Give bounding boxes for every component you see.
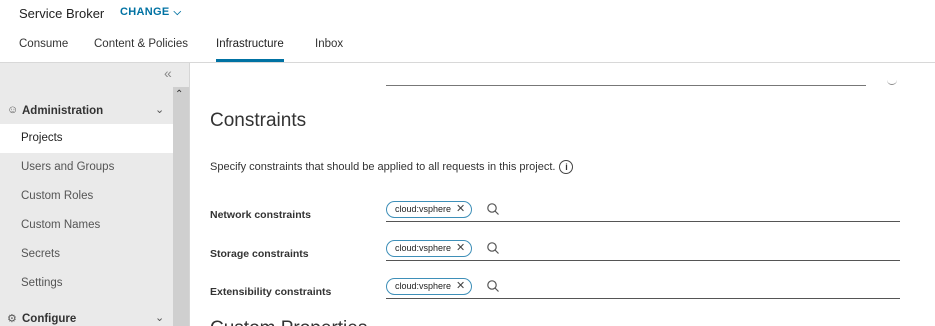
constraint-chip[interactable]: cloud:vsphere ✕	[386, 278, 473, 295]
sidebar-item-label: Custom Roles	[21, 190, 94, 202]
close-icon[interactable]: ✕	[456, 203, 465, 215]
partial-input-underline	[386, 85, 866, 86]
sidebar-item-users-and-groups[interactable]: Users and Groups	[0, 153, 173, 182]
sidebar-item-projects[interactable]: Projects	[0, 124, 173, 153]
sidebar-item-settings[interactable]: Settings	[0, 269, 173, 298]
info-icon[interactable]: i	[559, 160, 574, 174]
change-label: CHANGE	[120, 6, 170, 18]
extensibility-constraints-field[interactable]: cloud:vsphere ✕	[386, 276, 900, 299]
sidebar-item-secrets[interactable]: Secrets	[0, 240, 173, 269]
extensibility-constraints-label: Extensibility constraints	[210, 286, 332, 298]
chevron-down-icon: ⌵	[173, 7, 182, 18]
storage-constraints-label: Storage constraints	[210, 248, 309, 260]
sidebar: « ⌃ ☺ Administration ⌄ Projects Users an…	[0, 63, 190, 326]
search-icon[interactable]	[486, 240, 500, 256]
app-header: Service Broker CHANGE ⌵ Consume Content &…	[0, 0, 935, 63]
scroll-up-icon[interactable]: ⌃	[175, 89, 183, 100]
network-constraints-label: Network constraints	[210, 209, 311, 221]
network-constraints-field[interactable]: cloud:vsphere ✕	[386, 199, 900, 222]
tab-content-policies[interactable]: Content & Policies	[94, 38, 188, 62]
users-group-icon: ☺	[7, 104, 19, 116]
sidebar-item-label: Users and Groups	[21, 161, 115, 173]
sidebar-group-configure[interactable]: ⚙ Configure ⌄	[0, 307, 173, 326]
sidebar-item-label: Custom Names	[21, 219, 101, 231]
chip-label: cloud:vsphere	[395, 243, 452, 253]
sidebar-item-label: Settings	[21, 277, 63, 289]
sidebar-group-label: Administration	[22, 105, 104, 117]
extensibility-constraints-row: Extensibility constraints cloud:vsphere ✕	[210, 276, 900, 306]
sidebar-group-label: Configure	[22, 313, 77, 325]
search-icon[interactable]	[486, 201, 500, 217]
main-content: Constraints Specify constraints that sho…	[190, 63, 935, 326]
sidebar-item-label: Secrets	[21, 248, 60, 260]
chip-label: cloud:vsphere	[395, 204, 452, 214]
chevron-down-icon: ⌄	[155, 312, 165, 324]
gear-icon: ⚙	[7, 313, 17, 325]
collapse-sidebar-icon[interactable]: «	[164, 65, 172, 81]
chevron-down-icon: ⌄	[155, 104, 165, 116]
constraint-chip[interactable]: cloud:vsphere ✕	[386, 240, 473, 257]
sidebar-scrollbar[interactable]	[173, 87, 189, 326]
tab-infrastructure[interactable]: Infrastructure	[216, 38, 284, 62]
tab-consume[interactable]: Consume	[19, 38, 68, 62]
sidebar-item-custom-roles[interactable]: Custom Roles	[0, 182, 173, 211]
sidebar-item-label: Projects	[21, 132, 63, 144]
change-service-button[interactable]: CHANGE ⌵	[120, 6, 181, 18]
chip-label: cloud:vsphere	[395, 281, 452, 291]
close-icon[interactable]: ✕	[456, 242, 465, 254]
constraints-description: Specify constraints that should be appli…	[210, 160, 574, 174]
storage-constraints-row: Storage constraints cloud:vsphere ✕	[210, 238, 900, 268]
search-icon[interactable]	[486, 278, 500, 294]
network-constraints-row: Network constraints cloud:vsphere ✕	[210, 199, 900, 229]
storage-constraints-field[interactable]: cloud:vsphere ✕	[386, 238, 900, 261]
description-text: Specify constraints that should be appli…	[210, 160, 556, 173]
constraint-chip[interactable]: cloud:vsphere ✕	[386, 201, 473, 218]
tab-inbox[interactable]: Inbox	[315, 38, 343, 62]
app-title: Service Broker	[19, 6, 105, 21]
section-title-custom-properties: Custom Properties	[210, 318, 367, 326]
section-title-constraints: Constraints	[210, 110, 307, 131]
sidebar-group-administration[interactable]: ☺ Administration ⌄	[0, 99, 173, 125]
partial-help-icon	[887, 78, 897, 85]
sidebar-item-custom-names[interactable]: Custom Names	[0, 211, 173, 240]
close-icon[interactable]: ✕	[456, 280, 465, 292]
